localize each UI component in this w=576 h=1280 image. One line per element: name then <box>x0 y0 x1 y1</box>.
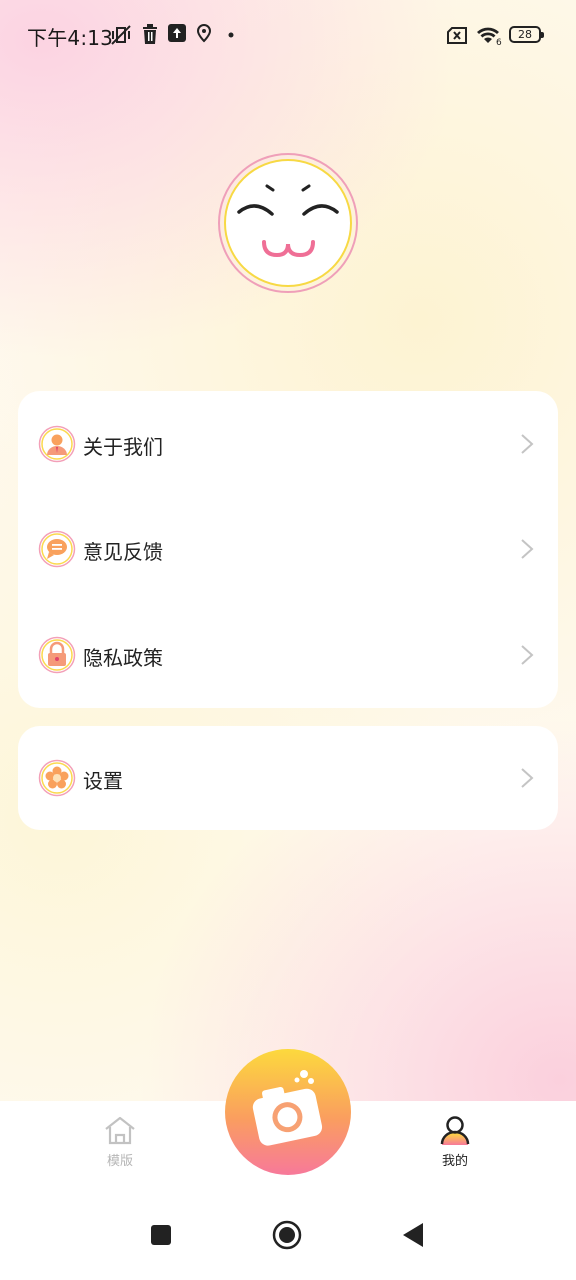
tab-mine-label: 我的 <box>441 1154 468 1169</box>
battery-level: 28 <box>518 28 532 41</box>
home-button[interactable] <box>272 1220 302 1250</box>
chevron-right-icon <box>521 434 534 454</box>
home-icon <box>105 1116 135 1145</box>
user-badge-icon <box>38 425 76 463</box>
chat-bubble-icon <box>38 530 76 568</box>
recents-button[interactable] <box>150 1224 172 1246</box>
back-button[interactable] <box>402 1222 424 1248</box>
chevron-right-icon <box>521 768 534 788</box>
tab-home-label: 模版 <box>106 1154 133 1169</box>
menu-item-feedback[interactable]: 意见反馈 <box>18 509 558 589</box>
status-time: 下午4:13 <box>27 26 114 50</box>
upload-icon <box>168 24 186 42</box>
trash-icon <box>143 24 157 44</box>
camera-icon <box>252 1070 323 1146</box>
chevron-right-icon <box>521 645 534 665</box>
vibrate-off-icon <box>111 25 131 45</box>
no-sim-icon <box>447 27 467 44</box>
flower-gear-icon <box>38 759 76 797</box>
menu-item-settings[interactable]: 设置 <box>18 738 558 818</box>
menu-item-label: 关于我们 <box>83 435 163 459</box>
menu-item-label: 意见反馈 <box>83 540 163 564</box>
system-nav-bar <box>0 1190 576 1280</box>
menu-item-label: 设置 <box>83 769 123 793</box>
network-type-label: 6 <box>496 38 502 48</box>
chevron-right-icon <box>521 539 534 559</box>
settings-card: 设置 <box>18 726 558 830</box>
tab-home[interactable]: 模版 <box>80 1115 160 1175</box>
menu-card: 关于我们 意见反馈 隐私政策 <box>18 391 558 708</box>
menu-item-about[interactable]: 关于我们 <box>18 404 558 484</box>
battery-icon: 28 <box>509 26 544 43</box>
person-icon <box>440 1116 470 1145</box>
location-icon <box>196 24 212 43</box>
status-bar: 下午4:13 6 28 <box>0 0 576 72</box>
tab-mine[interactable]: 我的 <box>415 1115 495 1175</box>
lock-icon <box>38 636 76 674</box>
menu-item-label: 隐私政策 <box>83 646 163 670</box>
menu-item-privacy[interactable]: 隐私政策 <box>18 615 558 695</box>
dot-icon <box>228 32 234 38</box>
avatar[interactable] <box>217 152 359 294</box>
camera-button[interactable] <box>225 1049 351 1175</box>
